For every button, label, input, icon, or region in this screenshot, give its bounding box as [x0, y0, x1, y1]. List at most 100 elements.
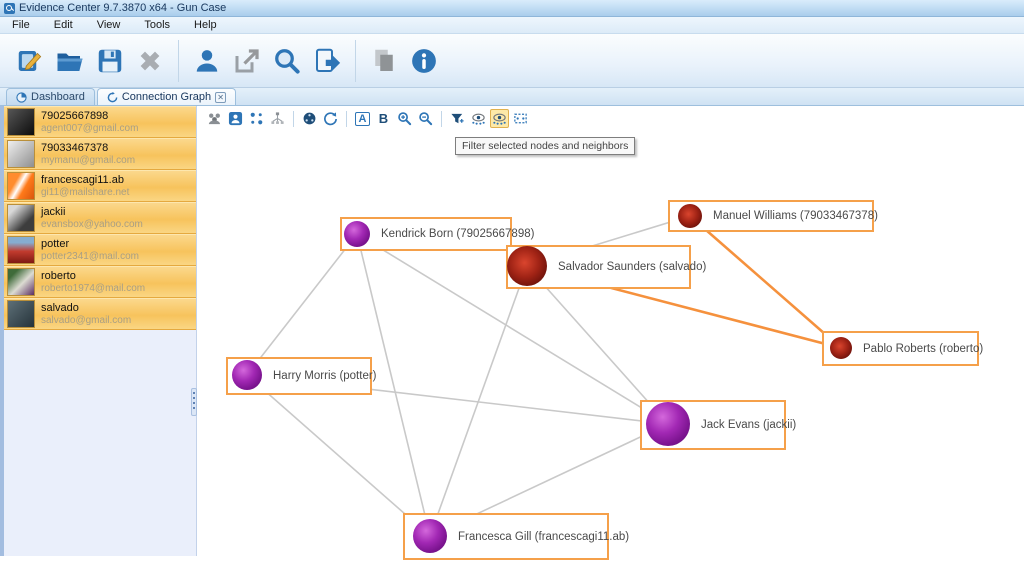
about-button[interactable]	[404, 41, 444, 81]
menu-bar: File Edit View Tools Help	[0, 17, 1024, 34]
tab-dashboard-label: Dashboard	[31, 91, 85, 103]
search-button[interactable]	[267, 41, 307, 81]
contacts-sidebar: 79025667898 agent007@gmail.com 790334673…	[0, 106, 197, 556]
contact-row[interactable]: francescagi11.ab gi11@mailshare.net	[4, 170, 196, 202]
graph-node-label: Harry Morris (potter)	[273, 370, 377, 382]
zoom-in-button[interactable]	[395, 109, 414, 128]
open-case-button[interactable]	[50, 41, 90, 81]
contact-avatar	[7, 300, 35, 328]
copy-button[interactable]	[364, 41, 404, 81]
graph-node-salvador[interactable]	[507, 246, 547, 286]
save-case-button[interactable]	[90, 41, 130, 81]
zoom-in-icon	[398, 112, 412, 126]
graph-canvas[interactable]: Kendrick Born (79025667898) Manuel Willia…	[197, 128, 1024, 563]
people-groups-button[interactable]	[205, 109, 224, 128]
contact-row[interactable]: salvado salvado@gmail.com	[4, 298, 196, 330]
search-icon	[275, 48, 300, 74]
contact-email: roberto1974@mail.com	[41, 282, 146, 294]
contact-row[interactable]: jackii evansbox@yahoo.com	[4, 202, 196, 234]
selection-mode-button[interactable]	[511, 109, 530, 128]
graph-edge-salvador-francesca	[429, 265, 528, 537]
graph-node-label: Salvador Saunders (salvado)	[558, 261, 707, 273]
contact-avatar	[7, 172, 35, 200]
connection-graph-panel: A B Filter selected nodes and neighbors …	[197, 106, 1024, 563]
menu-edit[interactable]: Edit	[42, 18, 85, 32]
labels-a-icon: A	[355, 111, 370, 126]
connection-graph-icon	[107, 91, 118, 102]
new-report-button[interactable]	[10, 41, 50, 81]
contact-name: 79033467378	[41, 141, 109, 154]
contact-email: mymanu@gmail.com	[41, 154, 136, 166]
menu-view[interactable]: View	[85, 18, 133, 32]
tab-connection-graph[interactable]: Connection Graph ✕	[96, 88, 237, 105]
close-x-icon	[140, 51, 160, 70]
menu-help[interactable]: Help	[182, 18, 229, 32]
contact-email: gi11@mailshare.net	[41, 186, 130, 198]
contact-name: salvado	[41, 301, 79, 314]
contact-avatar	[7, 236, 35, 264]
people-group-icon	[208, 113, 221, 125]
tree-layout-icon	[271, 112, 284, 124]
scatter-layout-icon	[250, 112, 263, 125]
graph-toolbar-separator	[441, 110, 442, 127]
tab-close-icon[interactable]: ✕	[215, 91, 227, 103]
filter-selected-nodes-button[interactable]	[490, 109, 509, 128]
graph-node-kendrick[interactable]	[344, 221, 370, 247]
marquee-selection-icon	[514, 113, 527, 124]
menu-tools[interactable]: Tools	[132, 18, 182, 32]
bold-b-icon: B	[378, 111, 389, 126]
circular-layout-icon	[303, 112, 316, 125]
graph-node-francesca[interactable]	[413, 519, 447, 553]
contact-email: salvado@gmail.com	[41, 314, 132, 326]
contact-avatar	[7, 204, 35, 232]
contact-card-button[interactable]	[226, 109, 245, 128]
hierarchical-layout-button[interactable]	[268, 109, 287, 128]
filter-button[interactable]	[448, 109, 467, 128]
contact-avatar	[7, 268, 35, 296]
export-document-icon	[316, 48, 341, 72]
contact-row[interactable]: potter potter2341@mail.com	[4, 234, 196, 266]
contact-email: potter2341@mail.com	[41, 250, 139, 262]
filter-nodes-button[interactable]	[469, 109, 488, 128]
contact-name: potter	[41, 237, 70, 250]
contact-name: 79025667898	[41, 109, 109, 122]
share-arrow-icon	[235, 48, 259, 72]
graph-node-pablo[interactable]	[830, 337, 852, 359]
graph-node-label: Pablo Roberts (roberto)	[863, 342, 984, 355]
filter-funnel-icon	[451, 113, 464, 124]
graph-node-harry[interactable]	[232, 360, 262, 390]
zoom-out-button[interactable]	[416, 109, 435, 128]
toolbar-separator	[178, 39, 179, 82]
circular-layout-button[interactable]	[300, 109, 319, 128]
bold-labels-button[interactable]: B	[374, 109, 393, 128]
export-report-button[interactable]	[307, 41, 347, 81]
contacts-button[interactable]	[187, 41, 227, 81]
filter-nodes-icon	[472, 113, 485, 125]
graph-toolbar-separator	[346, 110, 347, 127]
contact-row[interactable]: 79025667898 agent007@gmail.com	[4, 106, 196, 138]
close-case-button[interactable]	[130, 41, 170, 81]
contact-name: francescagi11.ab	[41, 173, 124, 186]
title-bar[interactable]: Evidence Center 9.7.3870 x64 - Gun Case	[0, 0, 1024, 17]
show-labels-button[interactable]: A	[353, 109, 372, 128]
open-external-button[interactable]	[227, 41, 267, 81]
floppy-save-icon	[98, 49, 122, 72]
graph-node-manuel[interactable]	[678, 204, 702, 228]
tab-bar: Dashboard Connection Graph ✕	[0, 88, 1024, 106]
contact-row[interactable]: roberto roberto1974@mail.com	[4, 266, 196, 298]
pie-chart-icon	[16, 91, 27, 103]
graph-toolbar: A B	[197, 106, 1024, 130]
contact-email: agent007@gmail.com	[41, 122, 139, 134]
menu-file[interactable]: File	[0, 18, 42, 32]
contact-avatar	[7, 140, 35, 168]
filter-selected-nodes-icon	[493, 113, 506, 125]
graph-node-label: Kendrick Born (79025667898)	[381, 228, 535, 240]
tab-dashboard[interactable]: Dashboard	[6, 88, 95, 105]
contact-row[interactable]: 79033467378 mymanu@gmail.com	[4, 138, 196, 170]
contact-card-icon	[228, 111, 243, 126]
zoom-out-icon	[419, 112, 433, 126]
rearrange-layout-button[interactable]	[321, 109, 340, 128]
graph-node-jack[interactable]	[646, 402, 690, 446]
graph-node-label: Jack Evans (jackii)	[701, 419, 797, 431]
free-layout-button[interactable]	[247, 109, 266, 128]
